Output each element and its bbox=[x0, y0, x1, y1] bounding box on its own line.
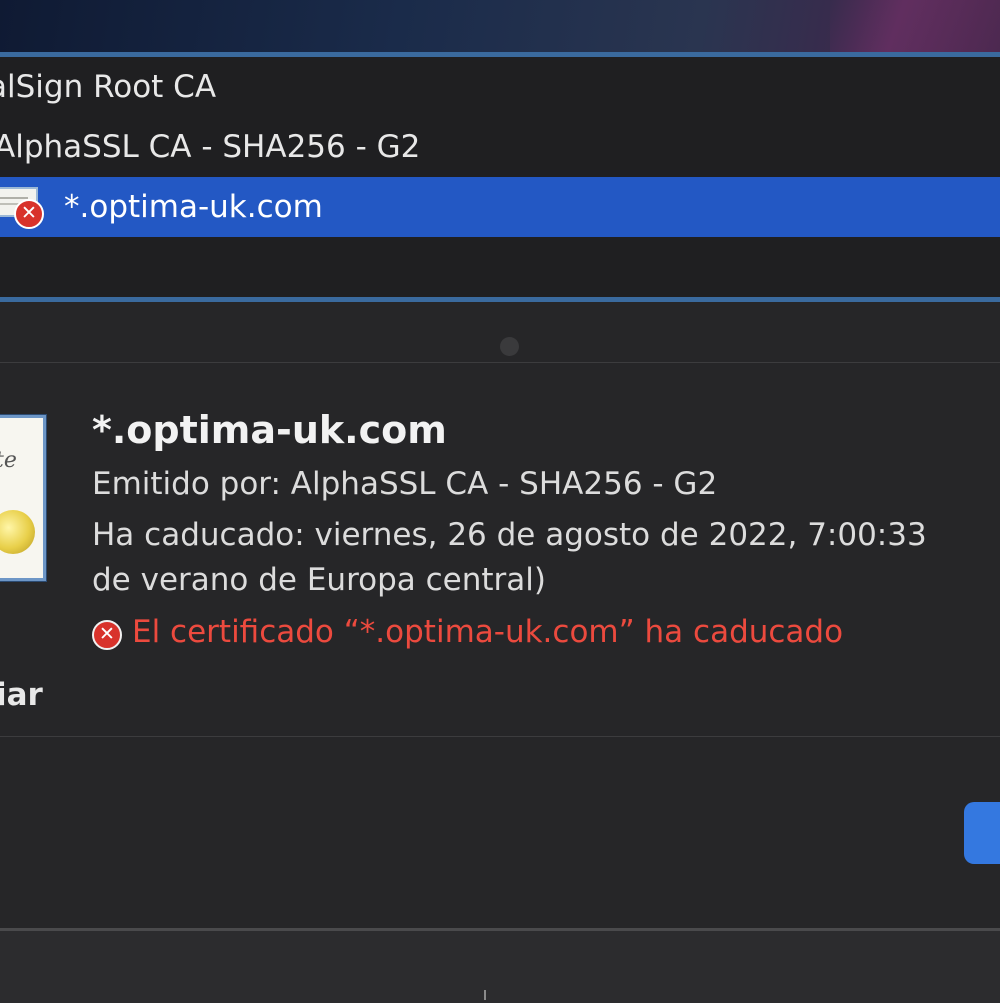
certificate-name: *.optima-uk.com bbox=[92, 408, 447, 452]
certificate-large-icon: te bbox=[0, 415, 46, 581]
certificate-script-decoration: te bbox=[0, 448, 17, 473]
chain-item-leaf[interactable]: ✕ *.optima-uk.com bbox=[0, 177, 1000, 237]
certificate-seal-icon bbox=[0, 510, 35, 554]
window-bottom-bar bbox=[0, 928, 1000, 1003]
divider bbox=[0, 362, 1000, 363]
expiry-text-continued: de verano de Europa central) bbox=[92, 562, 546, 598]
error-message: El certificado “*.optima-uk.com” ha cadu… bbox=[132, 614, 844, 650]
error-x-icon: ✕ bbox=[14, 199, 44, 229]
chain-item-label: AlphaSSL CA - SHA256 - G2 bbox=[0, 129, 421, 165]
chain-item-root[interactable]: alSign Root CA bbox=[0, 57, 1000, 117]
expiry-text: Ha caducado: viernes, 26 de agosto de 20… bbox=[92, 517, 927, 553]
divider bbox=[0, 736, 1000, 737]
error-status: ✕ El certificado “*.optima-uk.com” ha cad… bbox=[92, 614, 843, 650]
ok-button[interactable] bbox=[964, 802, 1000, 864]
chain-item-intermediate[interactable]: AlphaSSL CA - SHA256 - G2 bbox=[0, 117, 1000, 177]
trust-disclosure-label[interactable]: iar bbox=[0, 677, 43, 713]
error-x-icon: ✕ bbox=[92, 620, 122, 650]
split-view-handle[interactable] bbox=[500, 337, 519, 356]
issued-by-text: Emitido por: AlphaSSL CA - SHA256 - G2 bbox=[92, 466, 718, 502]
chain-item-label: *.optima-uk.com bbox=[64, 189, 323, 225]
bottom-tick-mark bbox=[484, 990, 486, 1000]
chain-item-label: alSign Root CA bbox=[0, 69, 217, 105]
desktop-wallpaper bbox=[0, 0, 1000, 52]
wallpaper-streak bbox=[830, 0, 1000, 52]
certificate-chain-panel[interactable]: alSign Root CA AlphaSSL CA - SHA256 - G2… bbox=[0, 52, 1000, 302]
